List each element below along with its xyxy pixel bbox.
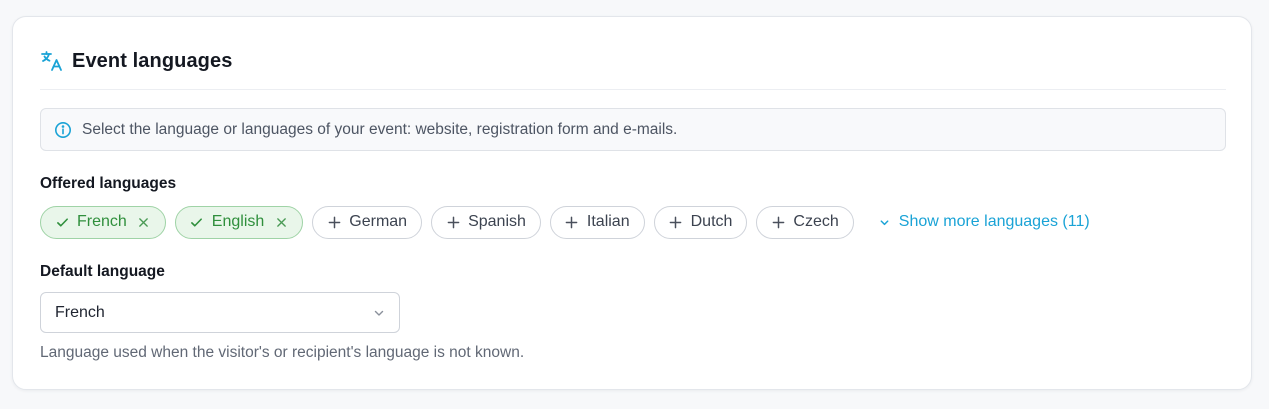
show-more-label: Show more languages (11) [898, 213, 1090, 230]
plus-icon [327, 215, 341, 229]
chevron-down-icon [879, 216, 891, 228]
close-icon[interactable] [137, 215, 151, 229]
default-language-value: French [55, 303, 105, 321]
plus-icon [669, 215, 683, 229]
chip-czech-add[interactable]: Czech [756, 205, 854, 239]
default-language-select[interactable]: French [40, 292, 400, 333]
check-icon [190, 215, 204, 229]
card-header: Event languages [40, 47, 232, 75]
chip-dutch-add[interactable]: Dutch [653, 205, 748, 239]
default-language-label: Default language [40, 263, 165, 280]
info-text: Select the language or languages of your… [82, 120, 678, 138]
plus-icon [771, 215, 785, 229]
check-icon [55, 215, 69, 229]
chip-italian-add[interactable]: Italian [549, 205, 645, 239]
chip-label: Italian [586, 213, 630, 230]
plus-icon [565, 215, 579, 229]
chip-label: Spanish [468, 213, 526, 230]
default-language-help: Language used when the visitor's or reci… [40, 344, 525, 361]
chip-label: Czech [793, 213, 839, 230]
chip-label: English [211, 213, 265, 230]
close-icon[interactable] [274, 215, 288, 229]
chip-label: French [77, 213, 127, 230]
offered-languages-chips: French English German Spanish Italian Du… [40, 205, 1090, 239]
chip-label: Dutch [690, 213, 733, 230]
info-banner: Select the language or languages of your… [40, 108, 1226, 151]
chevron-down-icon [373, 307, 385, 319]
translate-icon [40, 49, 64, 73]
offered-languages-label: Offered languages [40, 175, 177, 192]
chip-label: German [349, 213, 408, 230]
info-icon [54, 121, 72, 139]
show-more-languages-link[interactable]: Show more languages (11) [879, 213, 1090, 231]
chip-spanish-add[interactable]: Spanish [431, 205, 541, 239]
chip-english-selected[interactable]: English [174, 205, 304, 239]
plus-icon [446, 215, 460, 229]
header-divider [40, 89, 1226, 90]
card-title: Event languages [72, 49, 233, 72]
chip-german-add[interactable]: German [312, 205, 423, 239]
chip-french-selected[interactable]: French [40, 205, 166, 239]
event-languages-card: Event languages Select the language or l… [12, 16, 1252, 390]
